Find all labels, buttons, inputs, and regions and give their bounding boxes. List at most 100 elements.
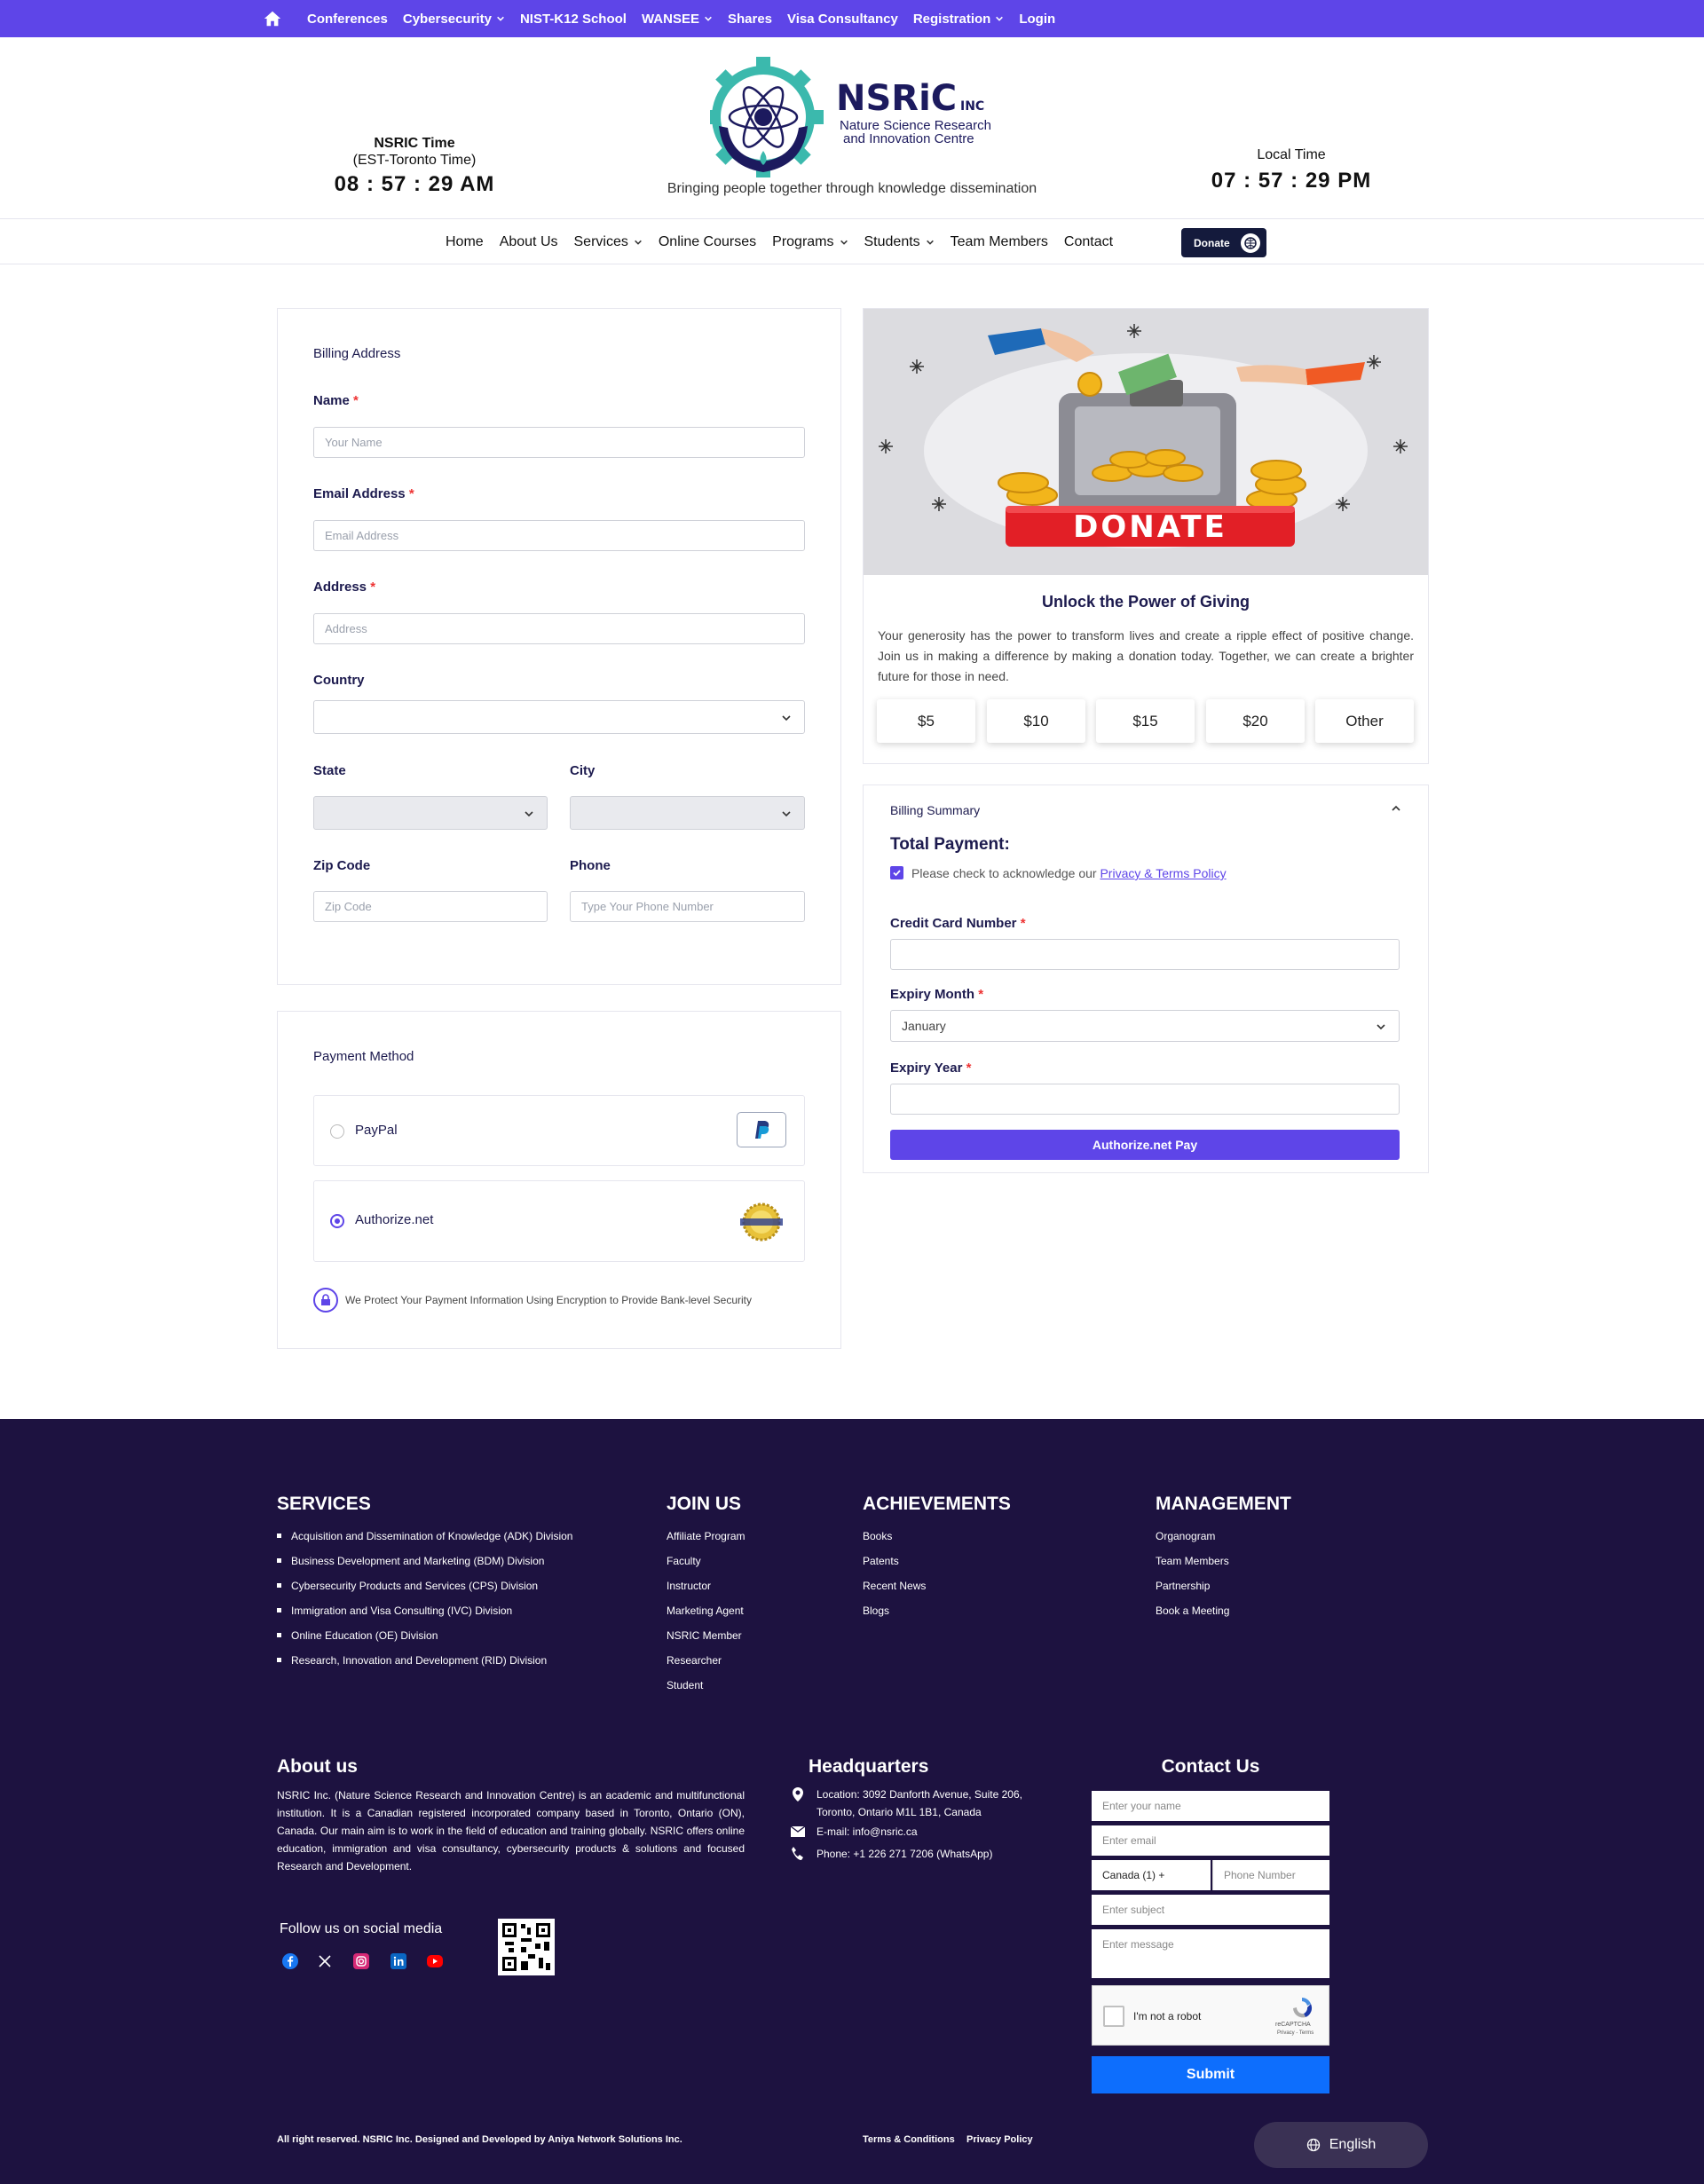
email-input[interactable]: Email Address xyxy=(313,520,805,551)
footer-link[interactable]: Partnership xyxy=(1156,1573,1229,1598)
nav-label: Students xyxy=(864,234,920,249)
nav-item-contact[interactable]: Contact xyxy=(1064,234,1113,250)
footer-link[interactable]: Business Development and Marketing (BDM)… xyxy=(277,1549,572,1573)
country-select[interactable] xyxy=(313,700,805,734)
home-icon[interactable] xyxy=(263,9,282,28)
required-mark: * xyxy=(370,580,376,595)
language-label: English xyxy=(1329,2137,1377,2152)
nav-item-about-us[interactable]: About Us xyxy=(500,234,558,250)
facebook-icon[interactable] xyxy=(282,1953,298,1969)
amount-15-button[interactable]: $15 xyxy=(1096,699,1195,743)
nav-item-online-courses[interactable]: Online Courses xyxy=(659,234,756,250)
phone-input[interactable]: Type Your Phone Number xyxy=(570,891,805,922)
management-heading: MANAGEMENT xyxy=(1156,1494,1291,1514)
hq-phone-text[interactable]: Phone: +1 226 271 7206 (WhatsApp) xyxy=(816,1845,992,1863)
donate-button-label: Donate xyxy=(1194,236,1230,249)
x-twitter-icon[interactable] xyxy=(317,1953,333,1969)
management-list: Organogram Team Members Partnership Book a … xyxy=(1156,1524,1229,1623)
authorize-radio[interactable] xyxy=(330,1214,344,1228)
zip-input[interactable]: Zip Code xyxy=(313,891,548,922)
name-input[interactable]: Your Name xyxy=(313,427,805,458)
privacy-terms-link[interactable]: Privacy & Terms Policy xyxy=(1100,866,1226,880)
footer-link[interactable]: Student xyxy=(667,1673,745,1698)
footer-link[interactable]: Marketing Agent xyxy=(667,1598,745,1623)
nsric-clock: NSRIC Time (EST-Toronto Time) 08 : 57 : … xyxy=(321,135,508,197)
footer-link[interactable]: Affiliate Program xyxy=(667,1524,745,1549)
amount-other-button[interactable]: Other xyxy=(1315,699,1414,743)
contact-subject-input[interactable]: Enter subject xyxy=(1092,1895,1329,1925)
amount-10-button[interactable]: $10 xyxy=(987,699,1085,743)
authorize-option[interactable]: Authorize.net xyxy=(313,1180,805,1262)
instagram-icon[interactable] xyxy=(353,1953,369,1969)
nav-item-services[interactable]: Services xyxy=(574,234,643,250)
terms-link[interactable]: Terms & Conditions xyxy=(863,2134,955,2145)
top-bar: Conferences Cybersecurity NIST-K12 School W… xyxy=(0,0,1704,37)
lock-icon xyxy=(313,1288,338,1313)
nsric-logo[interactable]: NSRiC INC Nature Science Research and In… xyxy=(710,55,994,179)
footer-link[interactable]: Recent News xyxy=(863,1573,926,1598)
footer-link[interactable]: Books xyxy=(863,1524,926,1549)
amount-5-button[interactable]: $5 xyxy=(877,699,975,743)
top-nav-item-registration[interactable]: Registration xyxy=(913,12,1005,27)
footer-link[interactable]: Faculty xyxy=(667,1549,745,1573)
paypal-radio[interactable] xyxy=(330,1124,344,1139)
nsric-time-zone: (EST-Toronto Time) xyxy=(352,153,477,168)
recaptcha-terms[interactable]: Privacy - Terms xyxy=(1277,2030,1314,2036)
footer-link[interactable]: Cybersecurity Products and Services (CPS… xyxy=(277,1573,572,1598)
footer-link[interactable]: NSRIC Member xyxy=(667,1623,745,1648)
footer-link[interactable]: Organogram xyxy=(1156,1524,1229,1549)
top-nav-item-visa-consultancy[interactable]: Visa Consultancy xyxy=(787,12,898,27)
footer-link[interactable]: Patents xyxy=(863,1549,926,1573)
state-select[interactable] xyxy=(313,796,548,830)
top-nav-item-login[interactable]: Login xyxy=(1019,12,1055,27)
join-list: Affiliate Program Faculty Instructor Market… xyxy=(667,1524,745,1698)
language-selector[interactable]: English xyxy=(1254,2122,1428,2168)
contact-submit-button[interactable]: Submit xyxy=(1092,2056,1329,2093)
top-nav-label: Conferences xyxy=(307,11,388,27)
donate-button[interactable]: Donate xyxy=(1181,228,1266,257)
paypal-option[interactable]: PayPal xyxy=(313,1095,805,1166)
top-nav-item-conferences[interactable]: Conferences xyxy=(307,12,388,27)
hq-email-text[interactable]: E-mail: info@nsric.ca xyxy=(816,1823,918,1841)
amount-20-button[interactable]: $20 xyxy=(1206,699,1305,743)
expiry-month-label-text: Expiry Month xyxy=(890,987,975,1002)
address-input[interactable]: Address xyxy=(313,613,805,644)
expiry-month-select[interactable]: January xyxy=(890,1010,1400,1042)
contact-message-input[interactable]: Enter message xyxy=(1092,1929,1329,1978)
youtube-icon[interactable] xyxy=(427,1955,443,1967)
authorize-pay-button[interactable]: Authorize.net Pay xyxy=(890,1130,1400,1160)
contact-email-input[interactable]: Enter email xyxy=(1092,1825,1329,1856)
top-nav-item-nist-k12-school[interactable]: NIST-K12 School xyxy=(520,12,627,27)
top-nav-item-shares[interactable]: Shares xyxy=(728,12,772,27)
contact-name-input[interactable]: Enter your name xyxy=(1092,1791,1329,1821)
footer-link[interactable]: Instructor xyxy=(667,1573,745,1598)
footer-link[interactable]: Immigration and Visa Consulting (IVC) Di… xyxy=(277,1598,572,1623)
footer-link[interactable]: Team Members xyxy=(1156,1549,1229,1573)
footer-link[interactable]: Book a Meeting xyxy=(1156,1598,1229,1623)
join-heading: JOIN US xyxy=(667,1494,742,1514)
city-select[interactable] xyxy=(570,796,805,830)
required-mark: * xyxy=(966,1060,972,1076)
top-nav-item-wansee[interactable]: WANSEE xyxy=(642,12,713,27)
nav-item-home[interactable]: Home xyxy=(446,234,484,250)
footer-link[interactable]: Acquisition and Dissemination of Knowled… xyxy=(277,1524,572,1549)
linkedin-icon[interactable] xyxy=(390,1953,406,1969)
recaptcha-checkbox[interactable] xyxy=(1103,2006,1124,2027)
top-nav-item-cybersecurity[interactable]: Cybersecurity xyxy=(403,12,505,27)
nav-label: Services xyxy=(573,234,628,249)
nav-item-team-members[interactable]: Team Members xyxy=(951,234,1048,250)
nav-item-programs[interactable]: Programs xyxy=(772,234,848,250)
contact-phone-input[interactable]: Phone Number xyxy=(1212,1860,1329,1890)
chevron-up-icon[interactable] xyxy=(1391,803,1401,814)
footer-link[interactable]: Researcher xyxy=(667,1648,745,1673)
nav-item-students[interactable]: Students xyxy=(864,234,935,250)
chevron-down-icon xyxy=(926,240,934,245)
country-code-select[interactable]: Canada (1) + xyxy=(1092,1860,1211,1890)
cc-number-input[interactable] xyxy=(890,939,1400,970)
footer-link[interactable]: Research, Innovation and Development (RI… xyxy=(277,1648,572,1673)
footer-link[interactable]: Blogs xyxy=(863,1598,926,1623)
acknowledge-checkbox[interactable] xyxy=(890,866,903,879)
privacy-link[interactable]: Privacy Policy xyxy=(966,2134,1033,2145)
expiry-year-input[interactable] xyxy=(890,1084,1400,1115)
footer-link[interactable]: Online Education (OE) Division xyxy=(277,1623,572,1648)
